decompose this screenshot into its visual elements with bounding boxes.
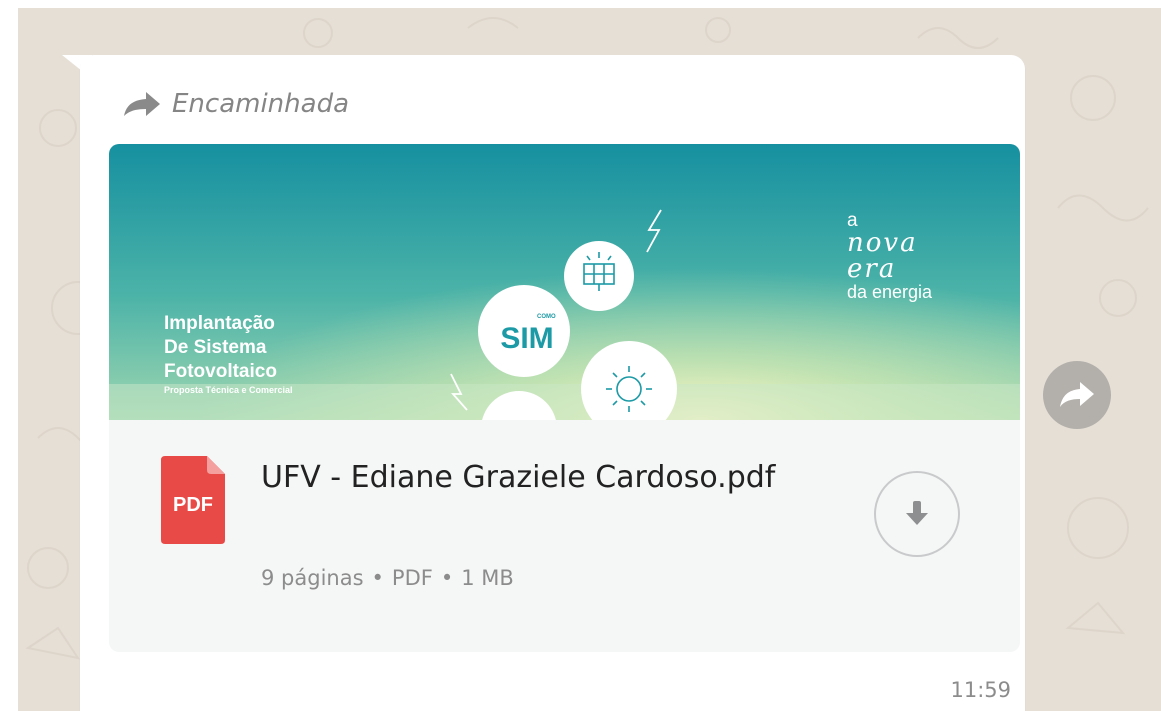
meta-separator: • <box>371 566 384 590</box>
forward-share-icon <box>1060 382 1094 407</box>
file-name[interactable]: UFV - Ediane Graziele Cardoso.pdf <box>261 458 861 498</box>
slogan-energia: da energia <box>847 282 933 302</box>
preview-slogan: a nova era da energia <box>847 211 933 302</box>
preview-title-line: Implantação <box>164 313 275 334</box>
slogan-era: era <box>847 254 897 284</box>
file-size: 1 MB <box>461 566 514 590</box>
document-preview[interactable]: Implantação De Sistema Fotovoltaico Prop… <box>109 144 1020 420</box>
message-timestamp: 11:59 <box>950 678 1011 702</box>
file-pages: 9 páginas <box>261 566 364 590</box>
document-card[interactable]: Implantação De Sistema Fotovoltaico Prop… <box>109 144 1020 652</box>
file-type: PDF <box>391 566 433 590</box>
preview-title-line: De Sistema <box>164 337 267 358</box>
forwarded-label: Encaminhada <box>172 89 350 119</box>
file-meta: 9 páginas • PDF • 1 MB <box>261 566 514 590</box>
forwarded-indicator: Encaminhada <box>122 86 349 122</box>
file-info[interactable]: PDF UFV - Ediane Graziele Cardoso.pdf 9 … <box>109 420 1020 652</box>
pdf-icon-label: PDF <box>173 494 213 516</box>
preview-title-line: Fotovoltaico <box>164 361 277 382</box>
brand-logo-text: SIM <box>500 322 554 355</box>
download-button[interactable] <box>874 471 960 557</box>
pdf-file-icon: PDF <box>161 456 225 544</box>
preview-title: Implantação De Sistema Fotovoltaico Prop… <box>164 312 293 396</box>
download-arrow-icon <box>906 501 928 525</box>
brand-small-text: COMO <box>537 314 556 320</box>
forward-message-button[interactable] <box>1043 361 1111 429</box>
meta-separator: • <box>440 566 454 590</box>
forward-arrow-icon <box>124 92 160 116</box>
preview-subtitle: Proposta Técnica e Comercial <box>164 385 293 395</box>
slogan-nova: nova <box>847 228 918 258</box>
